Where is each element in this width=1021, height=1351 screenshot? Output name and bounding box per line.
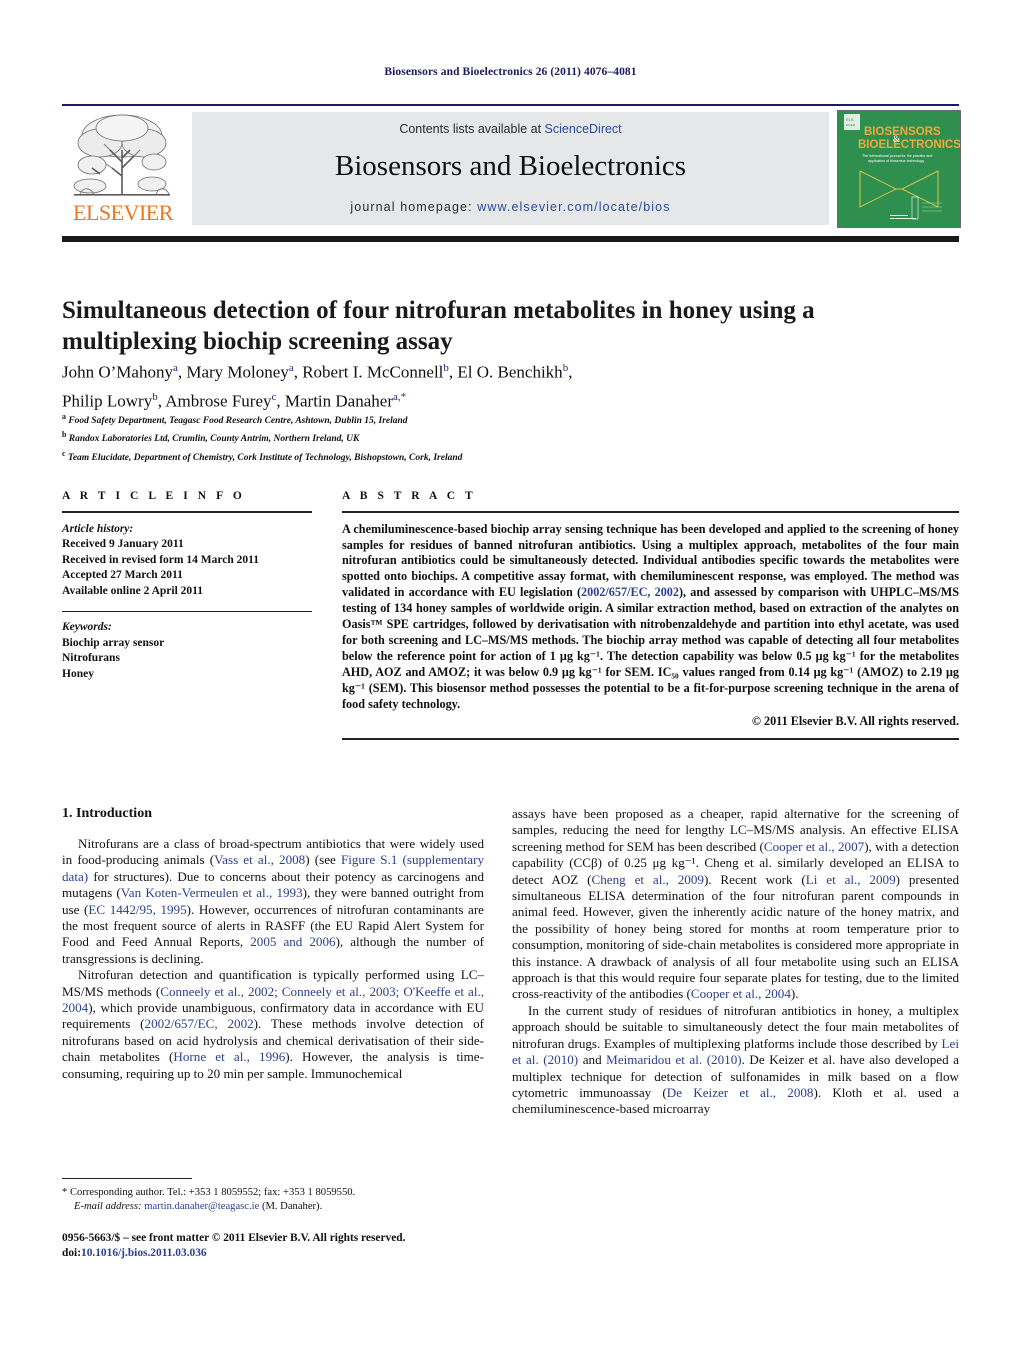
affiliation-b: b Randox Laboratories Ltd, Crumlin, Coun… — [62, 430, 360, 445]
citation-link[interactable]: 2002/657/EC, 2002 — [581, 585, 679, 599]
intro-paragraphs-left: Nitrofurans are a class of broad-spectru… — [62, 836, 484, 1082]
section-heading-introduction: 1. Introduction — [62, 806, 152, 821]
article-info-rule — [62, 511, 312, 513]
affiliation-a: a Food Safety Department, Teagasc Food R… — [62, 412, 408, 427]
keyword-1: Nitrofurans — [62, 652, 120, 665]
doi-label: doi: — [62, 1246, 81, 1259]
keywords-block: Keywords: Biochip array sensor Nitrofura… — [62, 620, 312, 682]
email-link[interactable]: martin.danaher@teagasc.ie — [144, 1201, 259, 1212]
svg-text:EVIER: EVIER — [846, 123, 856, 127]
running-head: Biosensors and Bioelectronics 26 (2011) … — [384, 66, 637, 78]
body-column-left: 1. Introduction Nitrofurans are a class … — [62, 806, 484, 1082]
body-text-run: and — [578, 1052, 607, 1068]
elsevier-logo: ELSEVIER — [62, 110, 184, 226]
corresponding-author-line: * Corresponding author. Tel.: +353 1 805… — [62, 1186, 484, 1200]
homepage-url[interactable]: www.elsevier.com/locate/bios — [477, 200, 670, 214]
citation-link[interactable]: Li et al., 2009 — [806, 872, 896, 887]
history-item-2: Accepted 27 March 2011 — [62, 569, 183, 582]
author-list: John O’Mahonya, Mary Moloneya, Robert I.… — [62, 362, 573, 411]
intro-paragraphs-right: assays have been proposed as a cheaper, … — [512, 806, 959, 1118]
corresponding-text: Corresponding author. Tel.: +353 1 80595… — [69, 1187, 356, 1198]
page-title: Simultaneous detection of four nitrofura… — [62, 296, 815, 355]
sciencedirect-link[interactable]: ScienceDirect — [545, 122, 622, 136]
abstract-column: A B S T R A C T A chemiluminescence-base… — [342, 490, 959, 740]
keyword-2: Honey — [62, 667, 94, 680]
paragraph: Nitrofurans are a class of broad-spectru… — [62, 836, 484, 967]
paragraph: In the current study of residues of nitr… — [512, 1003, 959, 1118]
history-item-0: Received 9 January 2011 — [62, 538, 184, 551]
history-item-3: Available online 2 April 2011 — [62, 584, 203, 597]
body-text-run: ) (see — [305, 852, 341, 868]
body-text-run: ), and assessed by comparison with UHPLC… — [342, 585, 959, 711]
citation-link[interactable]: Cooper et al., 2007 — [764, 839, 864, 854]
svg-text:BIOSENSORS: BIOSENSORS — [864, 126, 941, 138]
email-line: E-mail address: martin.danaher@teagasc.i… — [62, 1200, 484, 1214]
footnote-rule — [62, 1178, 192, 1180]
doi-line: doi:10.1016/j.bios.2011.03.036 — [62, 1246, 502, 1261]
svg-text:&: & — [893, 134, 900, 144]
citation-link[interactable]: 2002/657/EC, 2002 — [145, 1016, 254, 1031]
contents-prefix: Contents lists available at — [399, 122, 545, 136]
abstract-text: A chemiluminescence-based biochip array … — [342, 522, 959, 713]
body-text-run: ). — [790, 986, 799, 1002]
history-item-1: Received in revised form 14 March 2011 — [62, 553, 259, 566]
abstract-heading: A B S T R A C T — [342, 490, 477, 502]
body-text-run: ) presented simultaneous ELISA determina… — [512, 871, 960, 1002]
citation-link[interactable]: Meimaridou et al. (2010) — [606, 1052, 741, 1067]
citation-link[interactable]: Cheng et al., 2009 — [592, 872, 704, 887]
citation-link[interactable]: De Keizer et al., 2008 — [667, 1085, 814, 1100]
journal-title: Biosensors and Bioelectronics — [334, 150, 687, 182]
corresponding-marker: * — [62, 1187, 68, 1198]
masthead-bottom-rule — [62, 236, 959, 242]
paragraph: assays have been proposed as a cheaper, … — [512, 806, 959, 1003]
email-label: E-mail address: — [74, 1201, 142, 1212]
journal-masthead: ELSEVIER Contents lists available at Sci… — [62, 104, 961, 228]
article-info-column: A R T I C L E I N F O Article history: R… — [62, 490, 312, 683]
svg-text:BIOELECTRONICS: BIOELECTRONICS — [858, 139, 960, 151]
citation-link[interactable]: Vass et al., 2008 — [214, 852, 305, 867]
svg-text:The international journal for: The international journal for the practi… — [862, 154, 932, 158]
citation-link[interactable]: Van Koten-Vermeulen et al., 1993 — [121, 885, 303, 900]
affiliation-c: c Team Elucidate, Department of Chemistr… — [62, 448, 463, 463]
elsevier-wordmark: ELSEVIER — [73, 200, 173, 225]
paper-page: Biosensors and Bioelectronics 26 (2011) … — [0, 0, 1021, 1351]
contents-list-line: Contents lists available at ScienceDirec… — [192, 122, 829, 136]
homepage-label: journal homepage: — [350, 200, 478, 214]
abstract-bottom-rule — [342, 738, 959, 740]
email-suffix: (M. Danaher). — [261, 1201, 323, 1212]
paragraph: Nitrofuran detection and quantification … — [62, 967, 484, 1082]
imprint-block: 0956-5663/$ – see front matter © 2011 El… — [62, 1231, 502, 1260]
cover-artwork-icon: ELS EVIER BIOSENSORS BIOELECTRONICS & Th… — [838, 111, 960, 227]
abstract-copyright: © 2011 Elsevier B.V. All rights reserved… — [751, 714, 959, 729]
imprint-line: 0956-5663/$ – see front matter © 2011 El… — [62, 1232, 406, 1244]
journal-homepage-line: journal homepage: www.elsevier.com/locat… — [192, 200, 829, 214]
abstract-rule — [342, 511, 959, 513]
doi-link[interactable]: 10.1016/j.bios.2011.03.036 — [81, 1247, 207, 1259]
body-text-run: In the current study of residues of nitr… — [512, 1002, 959, 1051]
citation-link[interactable]: EC 1442/95, 1995 — [88, 902, 186, 917]
corresponding-author-note: * Corresponding author. Tel.: +353 1 805… — [62, 1186, 484, 1214]
citation-link[interactable]: Horne et al., 1996 — [173, 1049, 285, 1064]
keyword-0: Biochip array sensor — [62, 636, 165, 649]
affiliation-list: a Food Safety Department, Teagasc Food R… — [62, 410, 902, 465]
keywords-label: Keywords: — [62, 621, 112, 634]
body-text-run: ). Recent work ( — [703, 871, 806, 887]
citation-link[interactable]: 2005 and 2006 — [250, 934, 335, 949]
citation-link[interactable]: Cooper et al., 2004 — [691, 986, 791, 1001]
elsevier-tree-icon — [73, 114, 170, 196]
svg-text:ELS: ELS — [846, 117, 854, 122]
article-info-heading: A R T I C L E I N F O — [62, 490, 246, 502]
svg-text:application of biosensor techn: application of biosensor technology — [868, 159, 924, 163]
body-column-right: assays have been proposed as a cheaper, … — [512, 806, 959, 1118]
article-history-block: Article history: Received 9 January 2011… — [62, 522, 312, 600]
journal-banner: Contents lists available at ScienceDirec… — [192, 112, 829, 225]
article-history-label: Article history: — [62, 522, 134, 535]
journal-cover-thumbnail: ELS EVIER BIOSENSORS BIOELECTRONICS & Th… — [837, 110, 961, 228]
keywords-rule — [62, 610, 312, 613]
